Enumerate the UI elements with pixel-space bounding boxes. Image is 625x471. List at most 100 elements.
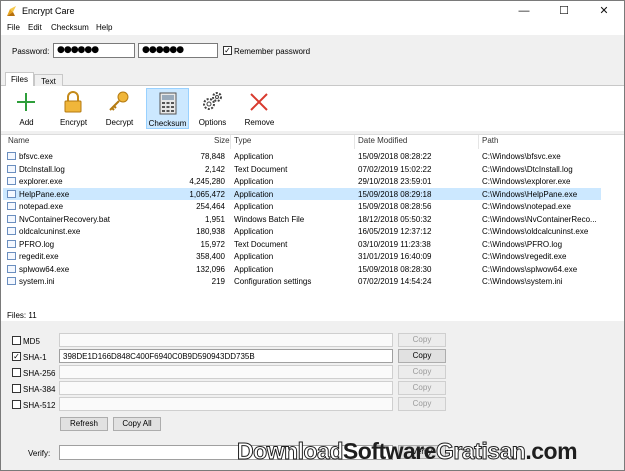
file-name: NvContainerRecovery.bat — [19, 214, 111, 224]
hash-row: SHA-256 Copy — [1, 365, 624, 380]
file-path: C:\Windows\notepad.exe — [482, 202, 571, 211]
table-row[interactable]: system.ini 219 Configuration settings 07/02… — [3, 275, 601, 287]
column-header-name[interactable]: Name — [8, 136, 29, 149]
watermark: DownloadSoftwareGratisan.com — [237, 438, 578, 465]
column-separator[interactable] — [230, 135, 231, 149]
file-size: 254,464 — [196, 202, 225, 211]
copy-button[interactable]: Copy — [398, 333, 446, 347]
copy-all-button[interactable]: Copy All — [113, 417, 161, 431]
menu-file[interactable]: File — [7, 23, 20, 32]
file-type: Application — [234, 264, 274, 274]
file-icon — [7, 164, 16, 173]
file-size: 4,245,280 — [189, 177, 225, 186]
file-name: explorer.exe — [19, 177, 63, 186]
table-row[interactable]: bfsvc.exe 78,848 Application 15/09/2018 08:… — [3, 150, 601, 162]
hash-row: MD5 Copy — [1, 333, 624, 348]
copy-button[interactable]: Copy — [398, 349, 446, 363]
hash-checkbox[interactable] — [12, 368, 21, 377]
options-button[interactable]: Options — [191, 88, 234, 129]
remove-button[interactable]: Remove — [238, 88, 281, 129]
hash-value-field[interactable] — [59, 365, 393, 379]
menu-help[interactable]: Help — [96, 23, 112, 32]
table-row[interactable]: HelpPane.exe 1,065,472 Application 15/09/20… — [3, 187, 601, 200]
file-size: 132,096 — [196, 264, 225, 274]
table-row[interactable]: DtcInstall.log 2,142 Text Document 07/02/20… — [3, 163, 601, 175]
file-size: 15,972 — [200, 239, 225, 249]
table-row[interactable]: notepad.exe 254,464 Application 15/09/2018 … — [3, 200, 601, 212]
title-bar[interactable]: Encrypt Care — ☐ ✕ — [1, 1, 624, 21]
remove-label: Remove — [244, 118, 275, 127]
remember-password-label: Remember password — [234, 47, 311, 56]
file-name: splwow64.exe — [19, 264, 70, 274]
file-type: Application — [234, 177, 274, 186]
file-size: 180,938 — [196, 227, 225, 236]
decrypt-button[interactable]: Decrypt — [98, 88, 141, 129]
hash-value-field[interactable] — [59, 397, 393, 411]
table-row[interactable]: oldcalcuninst.exe 180,938 Application 16/05… — [3, 225, 601, 237]
file-icon — [7, 202, 16, 210]
menu-checksum[interactable]: Checksum — [51, 23, 89, 32]
file-size: 78,848 — [200, 152, 225, 161]
file-date: 16/05/2019 12:37:12 — [358, 227, 432, 236]
file-path: C:\Windows\explorer.exe — [482, 177, 571, 186]
hash-checkbox[interactable] — [12, 336, 21, 345]
file-icon — [7, 227, 16, 235]
encrypt-button[interactable]: Encrypt — [52, 88, 95, 129]
minimize-button[interactable]: — — [504, 1, 544, 21]
file-path: C:\Windows\regedit.exe — [482, 252, 567, 261]
hash-checkbox[interactable] — [12, 384, 21, 393]
hash-checkbox[interactable]: ✓ — [12, 352, 21, 361]
column-header-path[interactable]: Path — [482, 136, 498, 149]
file-icon — [7, 214, 16, 223]
hash-checkbox[interactable] — [12, 400, 21, 409]
hash-value-field[interactable]: 398DE1D166D848C400F6940C0B9D590943DD735B — [59, 349, 393, 363]
file-date: 18/12/2018 05:50:32 — [358, 214, 432, 224]
file-icon — [7, 152, 16, 160]
table-row[interactable]: PFRO.log 15,972 Text Document 03/10/2019 11… — [3, 238, 601, 250]
hash-row: ✓ SHA-1 398DE1D166D848C400F6940C0B9D590943… — [1, 349, 624, 364]
column-header-date[interactable]: Date Modified — [358, 136, 407, 149]
hash-label: MD5 — [23, 337, 40, 346]
file-type: Application — [234, 152, 274, 161]
file-path: C:\Windows\HelpPane.exe — [482, 189, 578, 199]
watermark-part3: Gratisan — [436, 438, 527, 465]
remember-password-checkbox[interactable]: ✓ — [223, 46, 232, 55]
file-type: Text Document — [234, 164, 288, 174]
password-confirm-field[interactable]: ●●●●●● — [138, 43, 218, 58]
file-size: 2,142 — [204, 164, 225, 174]
file-icon — [7, 252, 16, 260]
file-list[interactable]: Name Size Type Date Modified Path bfsvc.… — [1, 134, 624, 321]
close-button[interactable]: ✕ — [584, 1, 624, 21]
tab-files[interactable]: Files — [5, 72, 34, 86]
file-path: C:\Windows\splwow64.exe — [482, 264, 578, 274]
menu-edit[interactable]: Edit — [28, 23, 42, 32]
tab-text[interactable]: Text — [34, 74, 63, 86]
column-header-size[interactable]: Size — [214, 136, 230, 149]
options-label: Options — [198, 118, 227, 127]
column-header-type[interactable]: Type — [234, 136, 251, 149]
file-type: Application — [234, 202, 274, 211]
table-row[interactable]: splwow64.exe 132,096 Application 15/09/2018… — [3, 263, 601, 275]
file-name: PFRO.log — [19, 239, 55, 249]
watermark-part1: Download — [237, 438, 344, 465]
column-separator[interactable] — [354, 135, 355, 149]
maximize-button[interactable]: ☐ — [544, 1, 584, 21]
copy-button[interactable]: Copy — [398, 397, 446, 411]
table-row[interactable]: NvContainerRecovery.bat 1,951 Windows Batc… — [3, 213, 601, 225]
file-size: 1,951 — [204, 214, 225, 224]
file-icon — [7, 239, 16, 248]
copy-button[interactable]: Copy — [398, 381, 446, 395]
hash-row: SHA-512 Copy — [1, 397, 624, 412]
hash-value-field[interactable] — [59, 333, 393, 347]
column-separator[interactable] — [478, 135, 479, 149]
checksum-button[interactable]: Checksum — [146, 88, 189, 129]
file-icon — [7, 264, 16, 273]
password-field[interactable]: ●●●●●● — [53, 43, 135, 58]
hash-value-field[interactable] — [59, 381, 393, 395]
refresh-button[interactable]: Refresh — [60, 417, 108, 431]
copy-button[interactable]: Copy — [398, 365, 446, 379]
table-row[interactable]: regedit.exe 358,400 Application 31/01/2019 … — [3, 250, 601, 262]
add-button[interactable]: Add — [5, 88, 48, 129]
table-row[interactable]: explorer.exe 4,245,280 Application 29/10/20… — [3, 175, 601, 187]
file-date: 07/02/2019 15:02:22 — [358, 164, 432, 174]
